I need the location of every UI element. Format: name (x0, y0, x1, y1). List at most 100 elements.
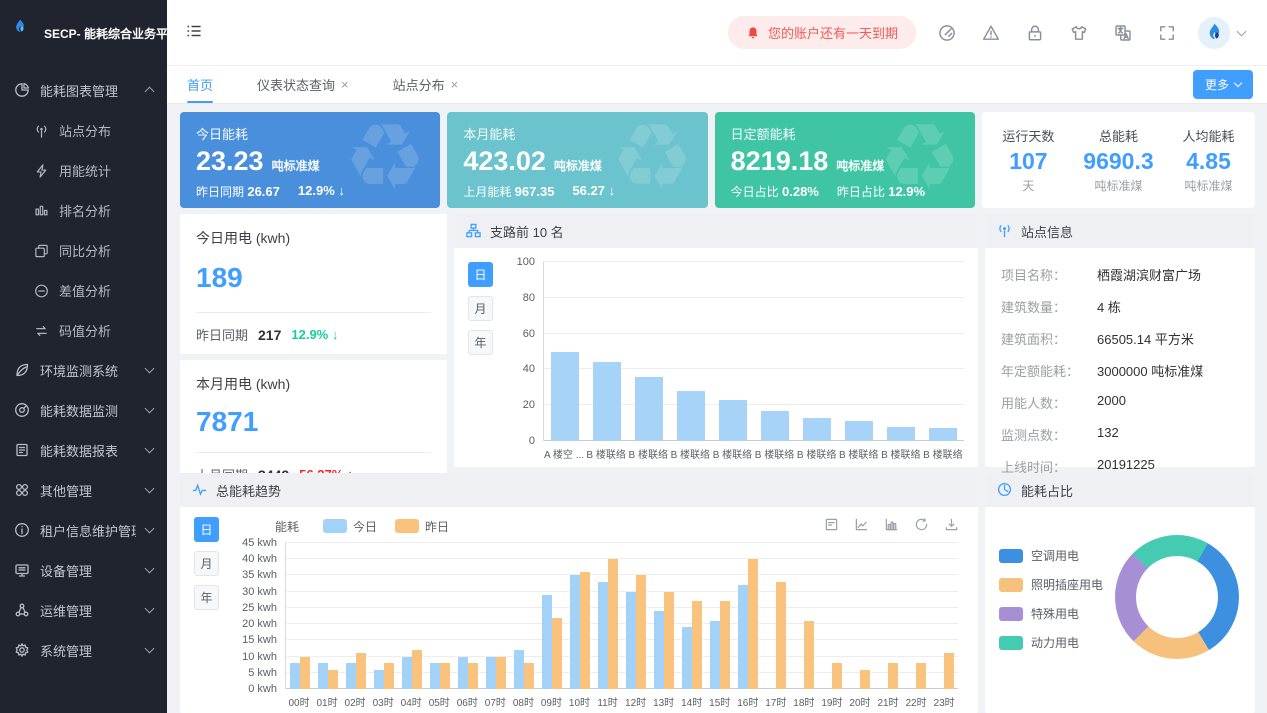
sidebar-subitem-0[interactable]: 站点分布 (0, 110, 167, 150)
bar[interactable] (580, 572, 590, 689)
download-icon[interactable] (944, 517, 962, 535)
bar[interactable] (677, 391, 705, 441)
donut-legend-item[interactable]: 照明插座用电 (999, 576, 1103, 593)
bar[interactable] (430, 663, 440, 689)
donut-legend-item[interactable]: 特殊用电 (999, 605, 1103, 622)
bar[interactable] (761, 411, 789, 441)
bar[interactable] (626, 592, 636, 689)
bar[interactable] (542, 595, 552, 689)
tab-close-icon[interactable]: × (341, 77, 349, 92)
bar[interactable] (412, 650, 422, 689)
bar[interactable] (300, 657, 310, 689)
trend-toggle-年[interactable]: 年 (194, 585, 219, 610)
tab-0[interactable]: 首页 (187, 66, 213, 103)
skin-tshirt-icon[interactable] (1070, 24, 1088, 42)
bar[interactable] (598, 582, 608, 689)
bar[interactable] (710, 621, 720, 689)
bar[interactable] (552, 618, 562, 689)
bar[interactable] (374, 670, 384, 689)
bar[interactable] (664, 592, 674, 689)
sidebar-subitem-5[interactable]: 码值分析 (0, 310, 167, 350)
sidebar-item-0[interactable]: 能耗图表管理 (0, 70, 167, 110)
trend-toggle-月[interactable]: 月 (194, 551, 219, 576)
legend-item[interactable]: 昨日 (395, 518, 449, 535)
bar[interactable] (635, 377, 663, 441)
bar[interactable] (916, 663, 926, 689)
legend-item[interactable]: 今日 (323, 518, 377, 535)
bar[interactable] (719, 400, 747, 441)
fullscreen-icon[interactable] (1158, 24, 1176, 42)
bar[interactable] (654, 611, 664, 689)
bar[interactable] (468, 663, 478, 689)
bar[interactable] (318, 663, 328, 689)
bar[interactable] (486, 657, 496, 689)
bar[interactable] (384, 663, 394, 689)
bar-chart-icon[interactable] (884, 517, 902, 535)
sidebar-item-5[interactable]: 租户信息维护管理 (0, 510, 167, 550)
refresh-icon[interactable] (914, 517, 932, 535)
theme-brush-icon[interactable] (938, 24, 956, 42)
more-button[interactable]: 更多 (1193, 70, 1253, 99)
bar[interactable] (570, 575, 580, 689)
bar[interactable] (692, 601, 702, 689)
bar[interactable] (514, 650, 524, 689)
bar[interactable] (636, 575, 646, 689)
bar[interactable] (551, 352, 579, 442)
donut-legend-item[interactable]: 动力用电 (999, 634, 1103, 651)
site-info-value: 栖霞湖滨财富广场 (1097, 265, 1201, 284)
tab-2[interactable]: 站点分布× (393, 66, 459, 103)
sidebar-item-7[interactable]: 运维管理 (0, 590, 167, 630)
donut-legend-item[interactable]: 空调用电 (999, 547, 1103, 564)
bar[interactable] (328, 670, 338, 689)
bar[interactable] (888, 663, 898, 689)
bar[interactable] (738, 585, 748, 689)
lock-icon[interactable] (1026, 24, 1044, 42)
avatar[interactable] (1198, 17, 1230, 49)
donut-chart[interactable] (1115, 535, 1239, 659)
sidebar-item-3[interactable]: 能耗数据报表 (0, 430, 167, 470)
menu-collapse-icon[interactable] (185, 22, 207, 44)
sidebar-item-4[interactable]: 其他管理 (0, 470, 167, 510)
bar[interactable] (593, 362, 621, 441)
bar[interactable] (356, 653, 366, 689)
bar[interactable] (524, 663, 534, 689)
bar[interactable] (290, 663, 300, 689)
sidebar-item-6[interactable]: 设备管理 (0, 550, 167, 590)
bar[interactable] (929, 428, 957, 441)
bar[interactable] (682, 627, 692, 689)
bar[interactable] (346, 663, 356, 689)
sidebar-item-8[interactable]: 系统管理 (0, 630, 167, 670)
sidebar-subitem-1[interactable]: 用能统计 (0, 150, 167, 190)
bar[interactable] (944, 653, 954, 689)
data-view-icon[interactable] (824, 517, 842, 535)
bar[interactable] (845, 421, 873, 441)
bar[interactable] (860, 670, 870, 689)
bar[interactable] (402, 657, 412, 689)
sidebar-subitem-4[interactable]: 差值分析 (0, 270, 167, 310)
tab-close-icon[interactable]: × (451, 77, 459, 92)
bar[interactable] (720, 601, 730, 689)
trend-toggle-日[interactable]: 日 (194, 517, 219, 542)
sidebar-item-1[interactable]: 环境监测系统 (0, 350, 167, 390)
sidebar-subitem-2[interactable]: 排名分析 (0, 190, 167, 230)
bar[interactable] (608, 559, 618, 689)
bar[interactable] (776, 582, 786, 689)
sidebar-item-2[interactable]: 能耗数据监测 (0, 390, 167, 430)
bar[interactable] (804, 621, 814, 689)
translate-icon[interactable] (1114, 24, 1132, 42)
line-chart-icon[interactable] (854, 517, 872, 535)
branch-toggle-日[interactable]: 日 (468, 262, 493, 287)
bar[interactable] (832, 663, 842, 689)
sidebar-subitem-3[interactable]: 同比分析 (0, 230, 167, 270)
bar[interactable] (803, 418, 831, 441)
bar[interactable] (440, 663, 450, 689)
bar[interactable] (887, 427, 915, 441)
user-menu[interactable] (1198, 17, 1245, 49)
warning-icon[interactable] (982, 24, 1000, 42)
branch-toggle-月[interactable]: 月 (468, 296, 493, 321)
bar[interactable] (496, 657, 506, 689)
bar[interactable] (458, 657, 468, 689)
bar[interactable] (748, 559, 758, 689)
tab-1[interactable]: 仪表状态查询× (257, 66, 349, 103)
branch-toggle-年[interactable]: 年 (468, 330, 493, 355)
